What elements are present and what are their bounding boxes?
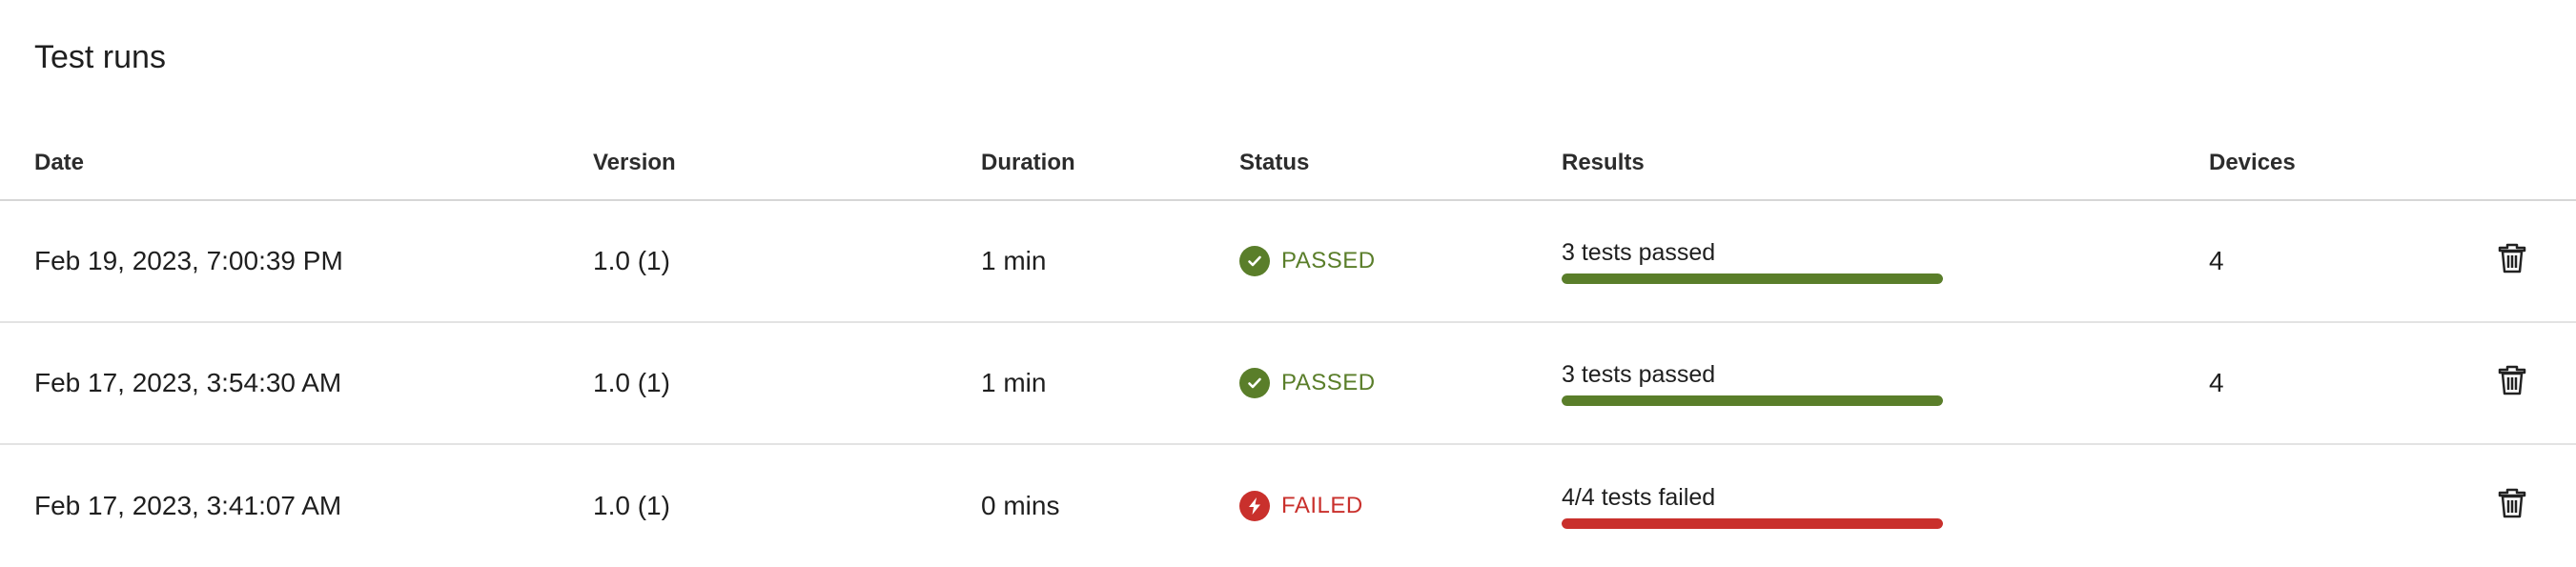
test-runs-page: Test runs Date Version Duration Status R…: [0, 0, 2576, 566]
date-cell: Feb 19, 2023, 7:00:39 PM: [34, 246, 343, 275]
duration-cell: 1 min: [981, 368, 1047, 397]
results-text: 3 tests passed: [1562, 360, 1716, 388]
test-runs-table: Date Version Duration Status Results Dev…: [0, 122, 2576, 567]
delete-run-button[interactable]: [2493, 364, 2531, 402]
results-summary: 3 tests passed: [1562, 359, 1945, 406]
status-cell: PASSED: [1239, 323, 1554, 443]
table-row[interactable]: Feb 19, 2023, 7:00:39 PM 1.0 (1) 1 min P…: [0, 201, 2576, 323]
status-cell: PASSED: [1239, 201, 1554, 321]
status-label: PASSED: [1281, 248, 1376, 273]
trash-icon: [2498, 242, 2526, 281]
trash-icon: [2498, 487, 2526, 526]
results-progress-fill: [1562, 395, 1943, 406]
results-progress-bar: [1562, 273, 1943, 284]
status-badge: PASSED: [1239, 246, 1376, 276]
results-progress-fill: [1562, 273, 1943, 284]
actions-cell: [2469, 201, 2555, 321]
results-progress-bar: [1562, 517, 1943, 529]
delete-run-button[interactable]: [2493, 487, 2531, 525]
table-row[interactable]: Feb 17, 2023, 3:41:07 AM 1.0 (1) 0 mins …: [0, 445, 2576, 567]
column-header-date[interactable]: Date: [34, 122, 568, 199]
results-cell: 4/4 tests failed: [1562, 445, 2172, 567]
status-label: FAILED: [1281, 493, 1363, 518]
results-progress-fill: [1562, 517, 1943, 529]
results-progress-bar: [1562, 395, 1943, 406]
devices-cell: 4: [2209, 368, 2224, 397]
results-cell: 3 tests passed: [1562, 201, 2172, 321]
status-label: PASSED: [1281, 370, 1376, 395]
trash-icon: [2498, 364, 2526, 403]
actions-cell: [2469, 445, 2555, 567]
actions-cell: [2469, 323, 2555, 443]
date-cell: Feb 17, 2023, 3:54:30 AM: [34, 368, 342, 397]
duration-cell: 1 min: [981, 246, 1047, 275]
lightning-circle-icon: [1239, 491, 1270, 521]
results-text: 4/4 tests failed: [1562, 483, 1716, 511]
version-cell: 1.0 (1): [593, 246, 670, 275]
status-badge: FAILED: [1239, 491, 1363, 521]
check-circle-icon: [1239, 368, 1270, 398]
status-cell: FAILED: [1239, 445, 1554, 567]
page-title: Test runs: [34, 39, 166, 75]
status-badge: PASSED: [1239, 368, 1376, 398]
devices-cell: 4: [2209, 246, 2224, 275]
table-header-row: Date Version Duration Status Results Dev…: [0, 122, 2576, 201]
table-row[interactable]: Feb 17, 2023, 3:54:30 AM 1.0 (1) 1 min P…: [0, 323, 2576, 445]
column-header-devices[interactable]: Devices: [2209, 122, 2400, 199]
delete-run-button[interactable]: [2493, 242, 2531, 280]
results-summary: 4/4 tests failed: [1562, 482, 1945, 529]
results-summary: 3 tests passed: [1562, 237, 1945, 284]
version-cell: 1.0 (1): [593, 368, 670, 397]
column-header-status[interactable]: Status: [1239, 122, 1554, 199]
devices-cell: [2209, 445, 2400, 567]
version-cell: 1.0 (1): [593, 491, 670, 520]
date-cell: Feb 17, 2023, 3:41:07 AM: [34, 491, 342, 520]
duration-cell: 0 mins: [981, 491, 1060, 520]
column-header-results[interactable]: Results: [1562, 122, 2172, 199]
column-header-version[interactable]: Version: [593, 122, 955, 199]
column-header-duration[interactable]: Duration: [981, 122, 1238, 199]
results-text: 3 tests passed: [1562, 238, 1716, 266]
results-cell: 3 tests passed: [1562, 323, 2172, 443]
check-circle-icon: [1239, 246, 1270, 276]
